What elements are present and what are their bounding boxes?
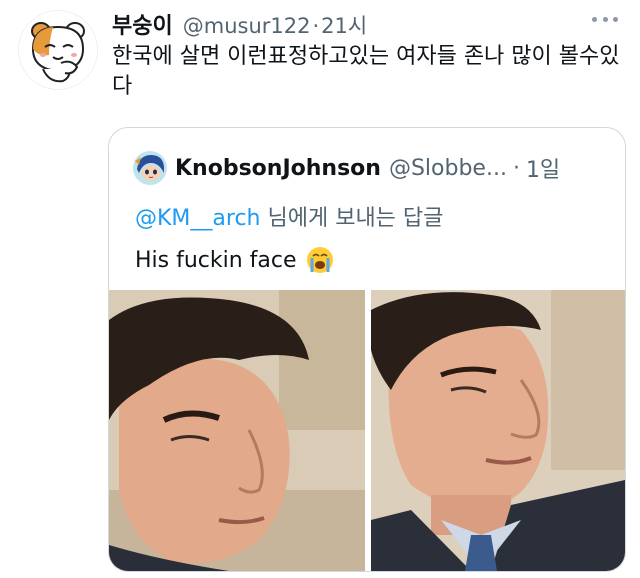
replying-to-suffix: 님에게 보내는 답글 [260,206,444,231]
author-avatar[interactable] [18,10,98,90]
more-dot [613,16,618,22]
author-name[interactable]: 부숭이 [112,8,173,40]
quoted-author-avatar[interactable] [133,151,167,185]
tweet-timestamp[interactable]: 21시 [321,10,367,40]
quoted-timestamp[interactable]: 1일 [526,152,560,184]
loudly-crying-face-icon [306,247,333,273]
anime-character-avatar-icon [133,151,167,185]
replying-to-line: @KM__arch 님에게 보내는 답글 [135,200,443,232]
quoted-tweet-header: KnobsonJohnson @Slobbe... · 1일 [133,148,560,188]
more-dot [592,16,597,22]
hamster-avatar-icon [19,11,97,89]
photo-right[interactable] [371,290,625,571]
quoted-author-handle[interactable]: @Slobbe... [389,156,507,181]
quoted-author-name[interactable]: KnobsonJohnson [175,156,381,181]
separator-dot: · [312,14,320,38]
photo-left[interactable] [109,290,365,571]
replying-to-mention[interactable]: @KM__arch [135,206,261,231]
tweet-header: 부숭이 @musur122 · 21시 [112,8,620,40]
quoted-tweet-card[interactable]: KnobsonJohnson @Slobbe... · 1일 @KM__arch… [108,127,626,572]
more-dot [602,16,608,22]
quoted-tweet-text-row: His fuckin face [135,245,335,275]
more-options-icon[interactable] [592,14,618,24]
quoted-separator-dot: · [512,155,520,181]
quoted-tweet-text: His fuckin face [135,247,297,273]
tweet-text: 한국에 살면 이런표정하고있는 여자들 존나 많이 볼수있다 [112,44,620,99]
man-face-photo-left [109,290,365,571]
author-handle[interactable]: @musur122 [183,14,311,38]
man-face-photo-right [371,290,625,571]
